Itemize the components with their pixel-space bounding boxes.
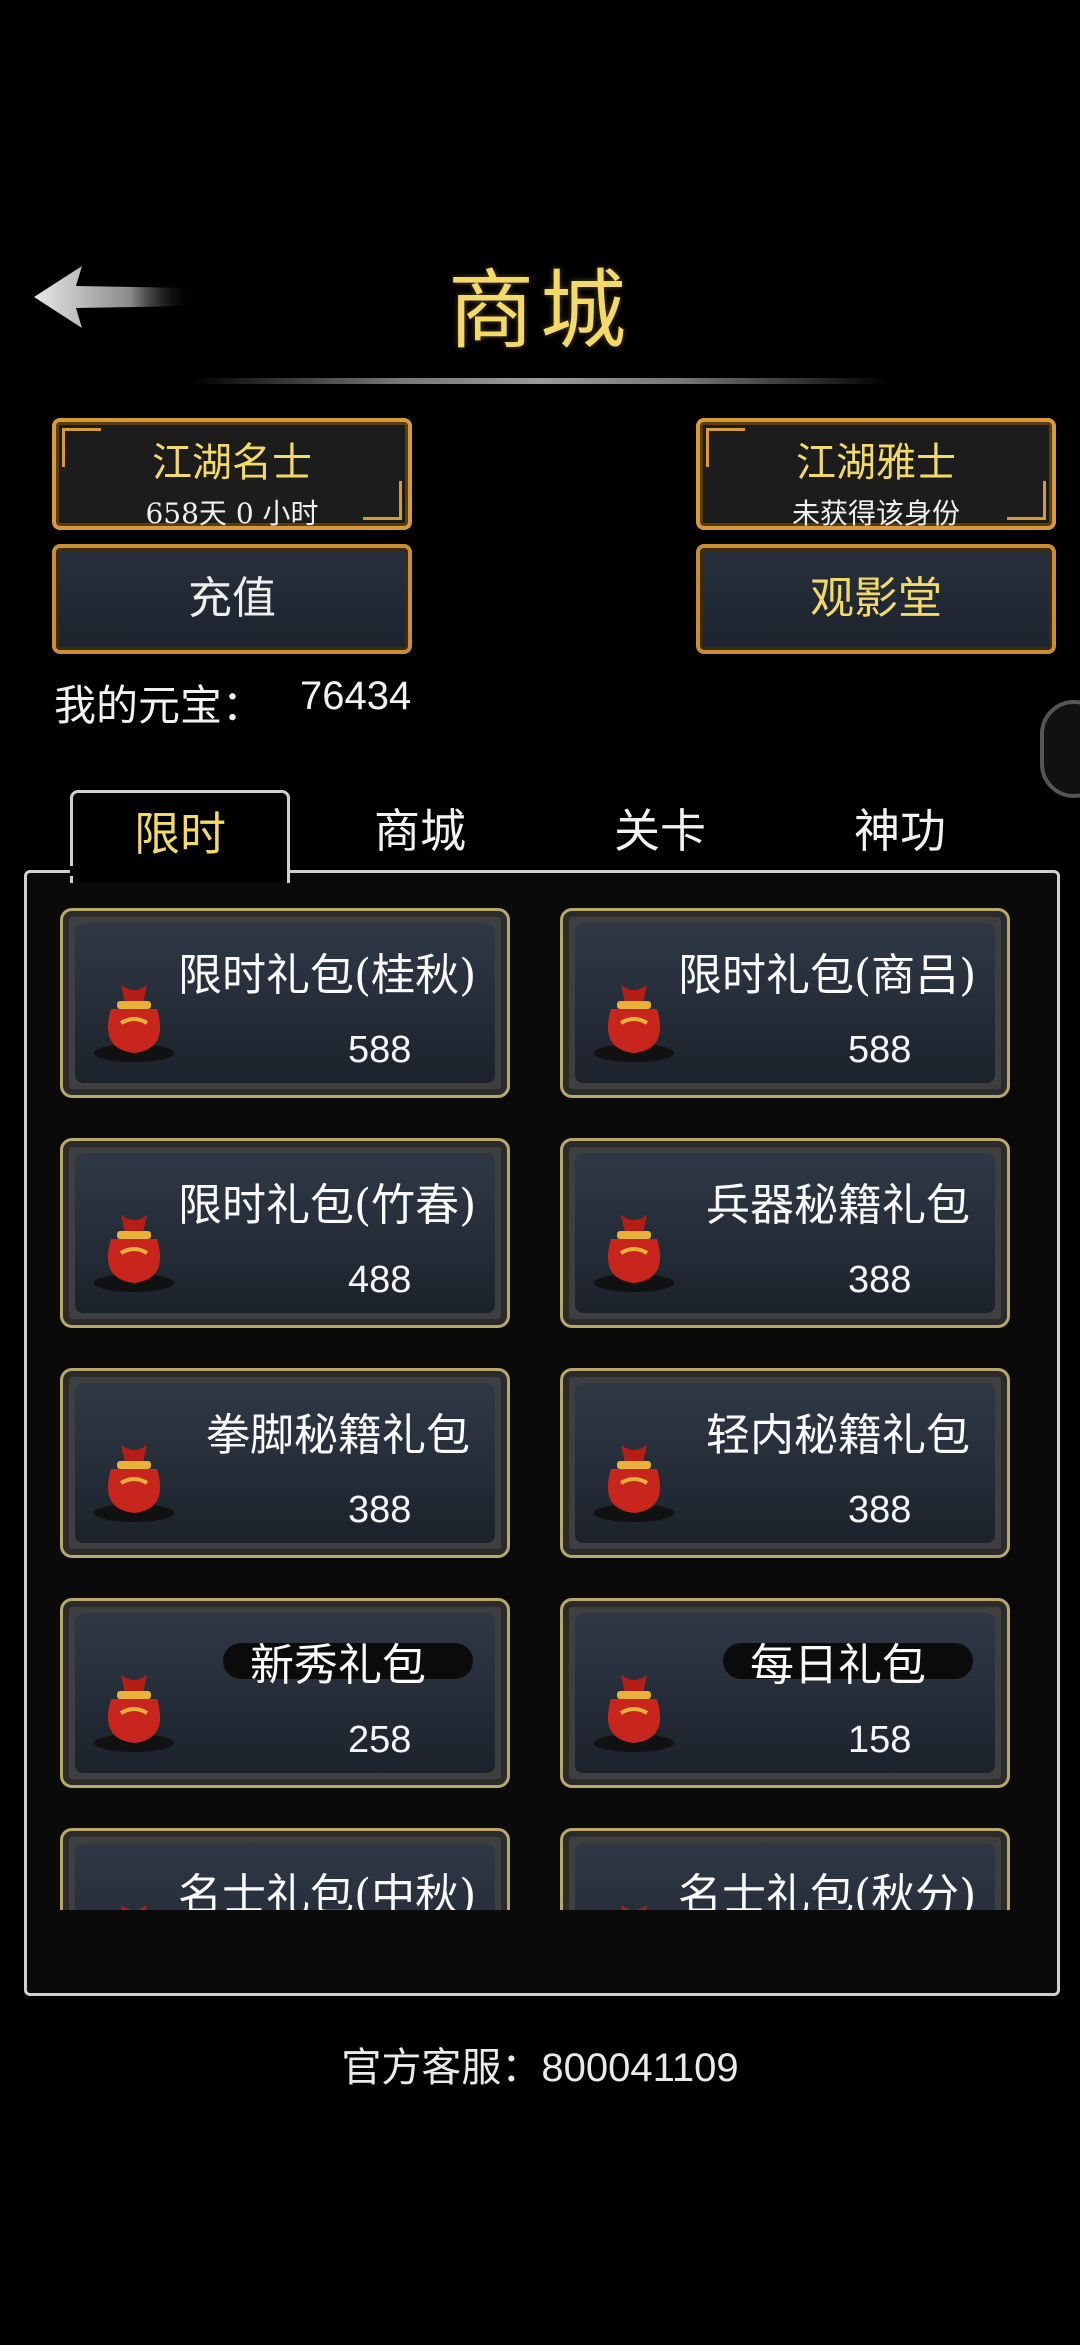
item-card[interactable]: 限时礼包(商吕) 588 [560, 908, 1010, 1098]
item-card[interactable]: 新秀礼包 258 [60, 1598, 510, 1788]
item-card[interactable]: 兵器秘籍礼包 388 [560, 1138, 1010, 1328]
balance-value: 76434 [300, 674, 412, 718]
item-name: 每日礼包 [750, 1640, 926, 1691]
item-price: 388 [848, 1489, 912, 1531]
corner-ornament [1007, 481, 1046, 520]
item-card[interactable]: 限时礼包(桂秋) 588 [60, 908, 510, 1098]
gift-bag-icon [121, 1905, 147, 1910]
corner-ornament [706, 428, 745, 467]
item-card[interactable]: 名士礼包(中秋) [60, 1828, 510, 1910]
gift-bag-icon [594, 1215, 674, 1292]
item-name: 限时礼包(商吕) [678, 950, 977, 1001]
gift-bag-icon [94, 1215, 174, 1292]
recharge-button[interactable]: 充值 [52, 544, 412, 654]
rank-title: 江湖雅士 [796, 440, 956, 486]
title-divider [190, 378, 890, 384]
item-price: 388 [848, 1259, 912, 1301]
item-name: 限时礼包(桂秋) [178, 950, 477, 1001]
balance-label: 我的元宝： [54, 681, 265, 730]
item-price: 588 [848, 1029, 912, 1071]
rank-plaque-mingshi: 江湖名士 658天 0 小时 [52, 418, 412, 530]
gift-bag-icon [94, 985, 174, 1062]
item-name: 名士礼包(中秋) [178, 1870, 477, 1910]
rank-status: 658天 0 小时 [145, 497, 319, 530]
item-name: 新秀礼包 [250, 1640, 426, 1691]
item-card[interactable]: 限时礼包(竹春) 488 [60, 1138, 510, 1328]
item-price: 388 [348, 1489, 412, 1531]
item-price: 488 [348, 1259, 412, 1301]
item-price: 158 [848, 1719, 912, 1761]
item-name: 拳脚秘籍礼包 [206, 1410, 470, 1461]
item-card[interactable]: 拳脚秘籍礼包 388 [60, 1368, 510, 1558]
item-name: 兵器秘籍礼包 [706, 1180, 970, 1231]
page-title: 商城 [448, 261, 632, 361]
tab-shop[interactable]: 商城 [330, 790, 510, 872]
item-price: 258 [348, 1719, 412, 1761]
gift-bag-icon [94, 1675, 174, 1752]
side-float-handle[interactable] [1040, 700, 1080, 798]
gift-bag-icon [621, 1905, 647, 1910]
item-price: 588 [348, 1029, 412, 1071]
customer-service: 官方客服：800041109 [0, 2035, 1080, 2093]
corner-ornament [363, 481, 402, 520]
theater-button[interactable]: 观影堂 [696, 544, 1056, 654]
rank-title: 江湖名士 [152, 440, 312, 486]
gift-bag-icon [94, 1445, 174, 1522]
item-card[interactable]: 轻内秘籍礼包 388 [560, 1368, 1010, 1558]
support-label: 官方客服： [341, 2045, 542, 2091]
rank-status: 未获得该身份 [791, 497, 960, 530]
gift-bag-icon [594, 1675, 674, 1752]
tab-skill[interactable]: 神功 [810, 790, 990, 872]
item-name: 限时礼包(竹春) [178, 1180, 477, 1231]
rank-plaque-yashi: 江湖雅士 未获得该身份 [696, 418, 1056, 530]
item-name: 名士礼包(秋分) [678, 1870, 977, 1910]
item-grid: 限时礼包(桂秋) 588 限时礼包(商吕) 588 限时礼包(竹春) 488 兵… [50, 900, 1020, 1910]
support-number: 800041109 [541, 2046, 739, 2090]
tab-gap [70, 866, 284, 876]
item-card[interactable]: 名士礼包(秋分) [560, 1828, 1010, 1910]
item-card[interactable]: 每日礼包 158 [560, 1598, 1010, 1788]
corner-ornament [62, 428, 101, 467]
gift-bag-icon [594, 1445, 674, 1522]
item-name: 轻内秘籍礼包 [706, 1410, 970, 1461]
tab-stage[interactable]: 关卡 [570, 790, 750, 872]
gift-bag-icon [594, 985, 674, 1062]
